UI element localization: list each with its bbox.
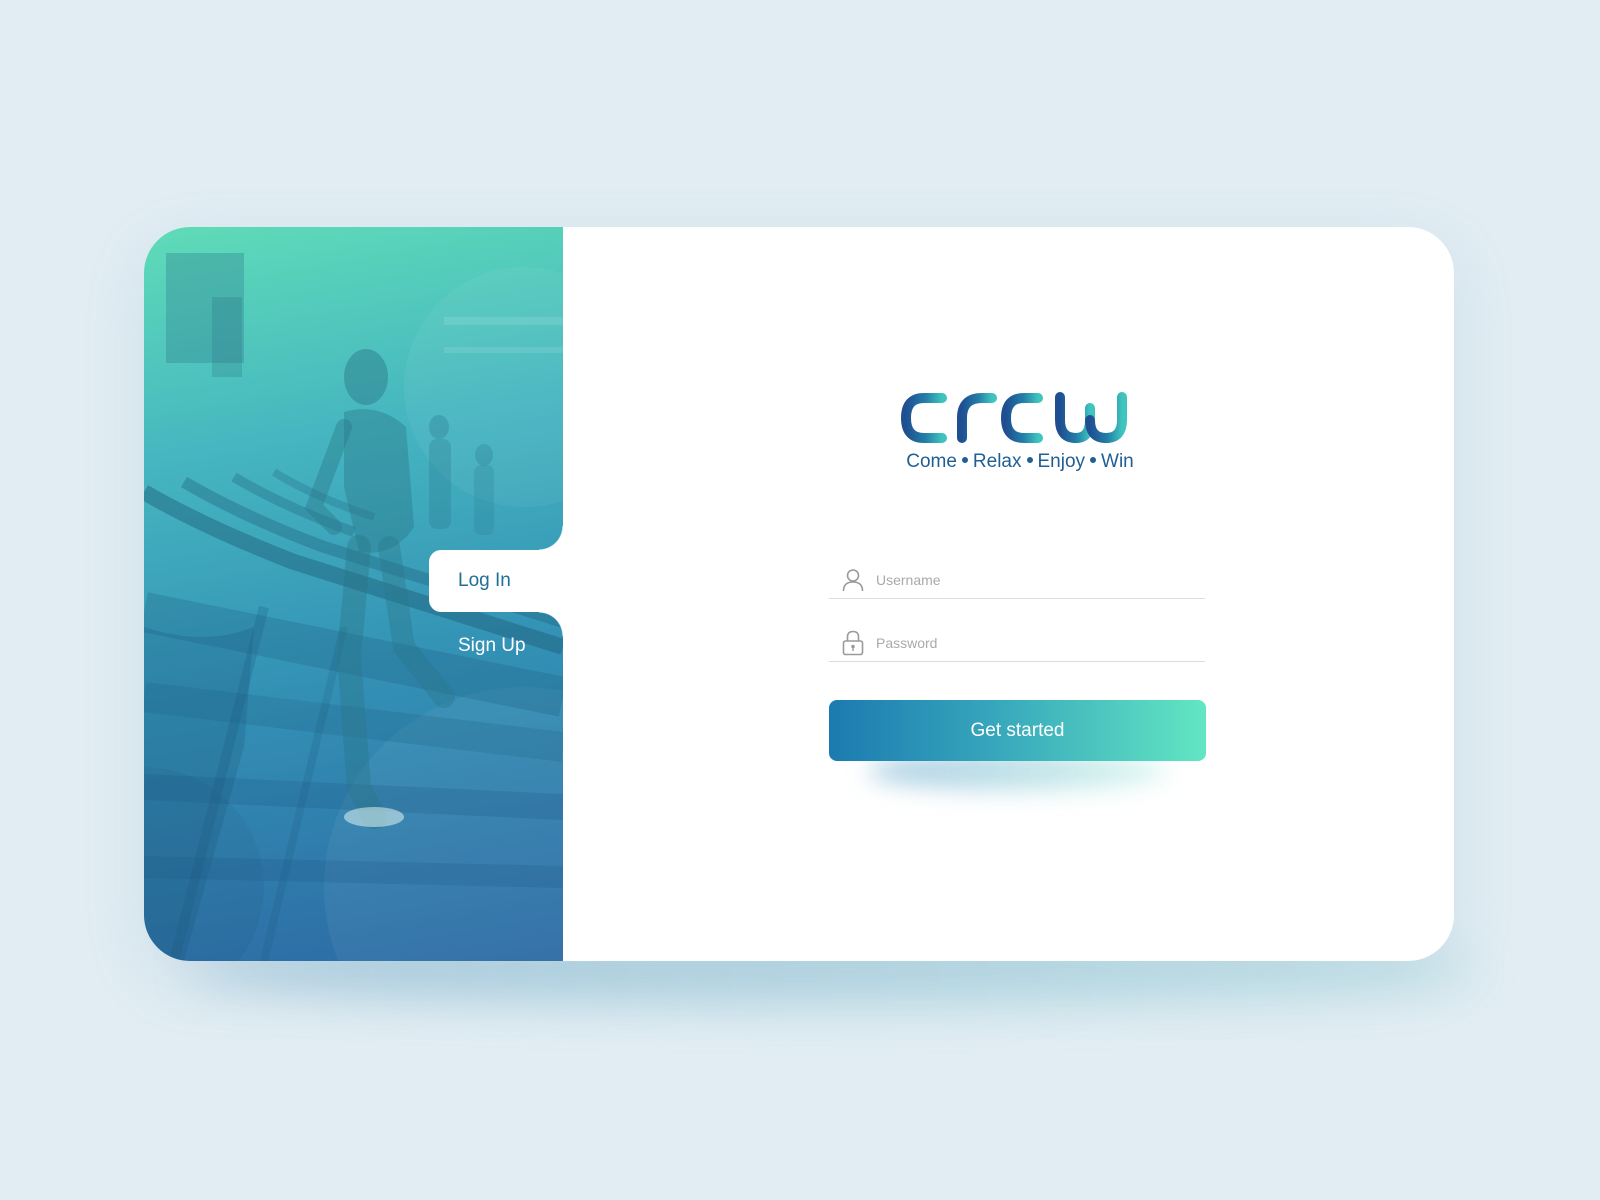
tab-signup[interactable]: Sign Up bbox=[429, 615, 563, 677]
login-card: Log In Sign Up bbox=[144, 227, 1454, 961]
user-icon bbox=[840, 567, 866, 593]
tab-login-label: Log In bbox=[458, 570, 511, 591]
tagline-word: Relax bbox=[972, 451, 1022, 472]
tagline-word: Enjoy bbox=[1037, 451, 1086, 472]
tab-login[interactable]: Log In bbox=[429, 526, 563, 636]
hero-image-panel: Log In Sign Up bbox=[144, 227, 563, 961]
tagline-separator bbox=[1090, 457, 1097, 464]
tab-signup-label: Sign Up bbox=[458, 635, 526, 656]
brand-tagline: Come Relax Enjoy Win bbox=[860, 451, 1180, 473]
crew-logo bbox=[900, 392, 1127, 444]
lock-icon bbox=[840, 630, 866, 656]
tagline-word: Win bbox=[1101, 451, 1134, 472]
tagline-separator bbox=[1026, 457, 1033, 464]
get-started-button[interactable]: Get started bbox=[829, 700, 1206, 761]
username-field bbox=[829, 562, 1205, 599]
tagline-separator bbox=[961, 457, 968, 464]
tagline-word: Come bbox=[906, 451, 957, 472]
password-field bbox=[829, 625, 1205, 662]
username-input[interactable] bbox=[876, 572, 1205, 588]
password-input[interactable] bbox=[876, 635, 1205, 651]
